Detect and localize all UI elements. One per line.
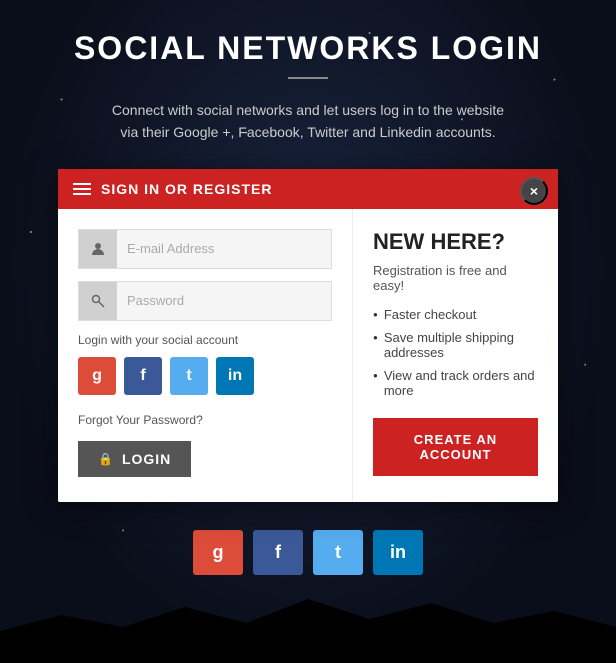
- registration-subtitle: Registration is free and easy!: [373, 263, 538, 293]
- bottom-social-buttons: g f t in: [193, 530, 423, 575]
- create-account-button[interactable]: CREATE AN ACCOUNT: [373, 418, 538, 476]
- benefits-list: Faster checkout Save multiple shipping a…: [373, 307, 538, 398]
- forgot-password-link[interactable]: Forgot Your Password?: [78, 413, 332, 427]
- google-login-button[interactable]: g: [78, 357, 116, 395]
- new-here-title: NEW HERE?: [373, 229, 538, 255]
- title-divider: [288, 77, 328, 79]
- facebook-login-button[interactable]: f: [124, 357, 162, 395]
- social-login-label: Login with your social account: [78, 333, 332, 347]
- menu-lines-icon: [73, 183, 91, 195]
- login-button[interactable]: 🔒 LOGIN: [78, 441, 191, 477]
- email-field[interactable]: [117, 233, 331, 264]
- bottom-linkedin-button[interactable]: in: [373, 530, 423, 575]
- password-field[interactable]: [117, 285, 331, 316]
- page-description: Connect with social networks and let use…: [108, 99, 508, 144]
- key-icon: [79, 282, 117, 320]
- bottom-twitter-button[interactable]: t: [313, 530, 363, 575]
- modal-close-button[interactable]: ×: [520, 177, 548, 205]
- benefit-2: Save multiple shipping addresses: [373, 330, 538, 360]
- twitter-login-button[interactable]: t: [170, 357, 208, 395]
- login-modal: SIGN IN OR REGISTER ×: [58, 169, 558, 502]
- lock-icon: 🔒: [98, 452, 114, 466]
- social-login-buttons: g f t in: [78, 357, 332, 395]
- modal-body: Login with your social account g f t in …: [58, 209, 558, 502]
- password-input-group: [78, 281, 332, 321]
- linkedin-login-button[interactable]: in: [216, 357, 254, 395]
- bottom-google-button[interactable]: g: [193, 530, 243, 575]
- email-input-group: [78, 229, 332, 269]
- modal-header: SIGN IN OR REGISTER: [58, 169, 558, 209]
- login-button-label: LOGIN: [122, 451, 171, 467]
- benefit-3: View and track orders and more: [373, 368, 538, 398]
- user-icon: [79, 230, 117, 268]
- register-panel: NEW HERE? Registration is free and easy!…: [353, 209, 558, 502]
- page-title: SOCIAL NETWORKS LOGIN: [74, 30, 542, 67]
- bottom-facebook-button[interactable]: f: [253, 530, 303, 575]
- modal-header-title: SIGN IN OR REGISTER: [101, 181, 272, 197]
- login-panel: Login with your social account g f t in …: [58, 209, 353, 502]
- benefit-1: Faster checkout: [373, 307, 538, 322]
